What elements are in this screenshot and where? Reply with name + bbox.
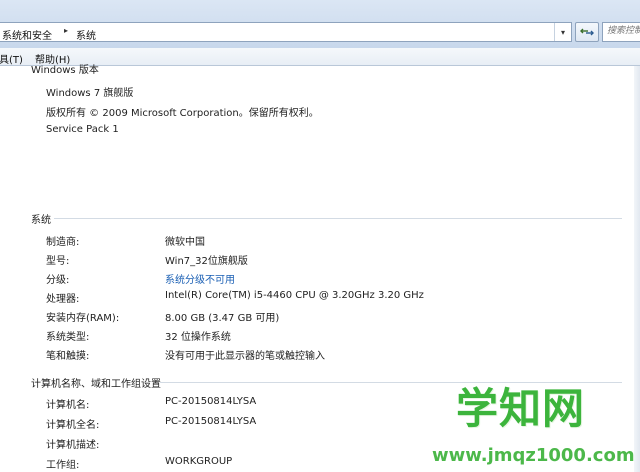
refresh-icon xyxy=(580,28,594,36)
computer-name-value: PC-20150814LYSA xyxy=(165,396,257,407)
search-input[interactable] xyxy=(603,23,640,39)
address-dropdown-button[interactable]: ▾ xyxy=(554,23,571,41)
processor-label: 处理器: xyxy=(46,294,80,305)
breadcrumb-separator[interactable]: ▸ xyxy=(64,26,68,35)
watermark-url: www.jmqz1000.com xyxy=(432,445,635,466)
ram-value: 8.00 GB (3.47 GB 可用) xyxy=(165,313,280,324)
service-pack-text: Service Pack 1 xyxy=(46,124,119,135)
rating-label: 分级: xyxy=(46,275,70,286)
workgroup-value: WORKGROUP xyxy=(165,456,233,467)
watermark-brand: 学知网 xyxy=(456,384,586,433)
system-section-title: 系统 xyxy=(31,215,51,226)
pen-touch-label: 笔和触摸: xyxy=(46,351,90,362)
full-computer-name-value: PC-20150814LYSA xyxy=(165,416,257,427)
system-type-value: 32 位操作系统 xyxy=(165,332,231,343)
ram-label: 安装内存(RAM): xyxy=(46,313,120,324)
windows-edition-name: Windows 7 旗舰版 xyxy=(46,88,134,99)
menu-tools[interactable]: 具(T) xyxy=(0,51,23,66)
manufacturer-label: 制造商: xyxy=(46,237,80,248)
system-section-divider xyxy=(54,218,622,219)
computer-name-label: 计算机名: xyxy=(46,400,90,411)
model-label: 型号: xyxy=(46,256,70,267)
rating-link[interactable]: 系统分级不可用 xyxy=(165,271,235,286)
chevron-down-icon: ▾ xyxy=(560,27,565,37)
address-field[interactable]: 系统和安全 ▸ 系统 ▾ xyxy=(0,22,572,42)
pen-touch-value: 没有可用于此显示器的笔或触控输入 xyxy=(165,351,325,362)
workgroup-label: 工作组: xyxy=(46,460,80,471)
computer-name-section-divider xyxy=(160,382,622,383)
refresh-button[interactable] xyxy=(575,22,599,42)
address-bar-area: 系统和安全 ▸ 系统 ▾ xyxy=(0,0,640,48)
scrollbar-edge[interactable] xyxy=(634,66,640,472)
copyright-text: 版权所有 © 2009 Microsoft Corporation。保留所有权利… xyxy=(46,108,319,119)
model-value: Win7_32位旗舰版 xyxy=(165,256,248,267)
search-field[interactable] xyxy=(602,22,640,42)
processor-value: Intel(R) Core(TM) i5-4460 CPU @ 3.20GHz … xyxy=(165,290,424,301)
system-type-label: 系统类型: xyxy=(46,332,90,343)
computer-description-label: 计算机描述: xyxy=(46,440,100,451)
windows-edition-title: Windows 版本 xyxy=(31,65,99,76)
breadcrumb-system-security[interactable]: 系统和安全 xyxy=(2,27,52,42)
full-computer-name-label: 计算机全名: xyxy=(46,420,100,431)
computer-name-section-title: 计算机名称、域和工作组设置 xyxy=(31,379,161,390)
breadcrumb-system[interactable]: 系统 xyxy=(76,27,96,42)
manufacturer-value: 微软中国 xyxy=(165,237,205,248)
